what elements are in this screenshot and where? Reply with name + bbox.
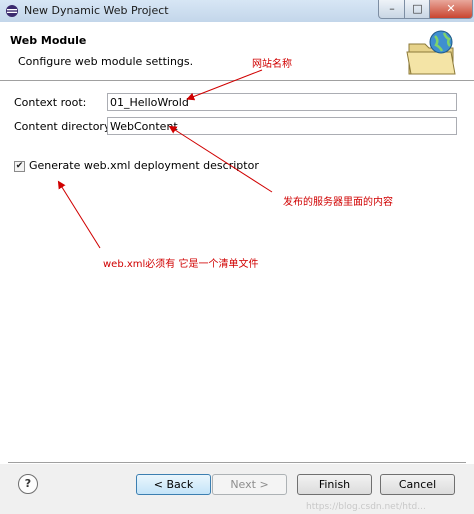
button-bar: ? < Back Next > Finish Cancel https://bl… — [0, 464, 474, 514]
eclipse-icon — [6, 5, 18, 17]
web-folder-icon — [406, 30, 456, 75]
back-button[interactable]: < Back — [136, 474, 211, 495]
maximize-button[interactable]: □ — [404, 0, 431, 19]
annotation-server-content: 发布的服务器里面的内容 — [283, 197, 393, 208]
title-bar[interactable]: New Dynamic Web Project – □ ✕ — [0, 0, 474, 23]
minimize-button[interactable]: – — [378, 0, 406, 19]
cancel-button[interactable]: Cancel — [380, 474, 455, 495]
wizard-header: Web Module Configure web module settings… — [0, 22, 474, 81]
next-button[interactable]: Next > — [212, 474, 287, 495]
context-root-label: Context root: — [14, 96, 87, 109]
annotation-webxml-note: web.xml必须有 它是一个清单文件 — [103, 259, 259, 270]
context-root-input[interactable] — [107, 93, 457, 111]
window-title: New Dynamic Web Project — [24, 4, 169, 17]
generate-descriptor-checkbox[interactable]: ✔ — [14, 161, 25, 172]
watermark: https://blog.csdn.net/htd... — [306, 502, 426, 512]
wizard-content: Context root: Content directory: ✔ Gener… — [0, 59, 474, 461]
content-directory-label: Content directory: — [14, 120, 114, 133]
new-dynamic-web-project-dialog: New Dynamic Web Project – □ ✕ Web Module… — [0, 0, 474, 514]
page-title: Web Module — [10, 34, 87, 47]
help-button[interactable]: ? — [18, 474, 38, 494]
generate-descriptor-label[interactable]: Generate web.xml deployment descriptor — [29, 159, 259, 172]
content-directory-input[interactable] — [107, 117, 457, 135]
annotation-website-name: 网站名称 — [252, 59, 292, 70]
page-description: Configure web module settings. — [18, 55, 194, 68]
finish-button[interactable]: Finish — [297, 474, 372, 495]
close-button[interactable]: ✕ — [429, 0, 473, 19]
